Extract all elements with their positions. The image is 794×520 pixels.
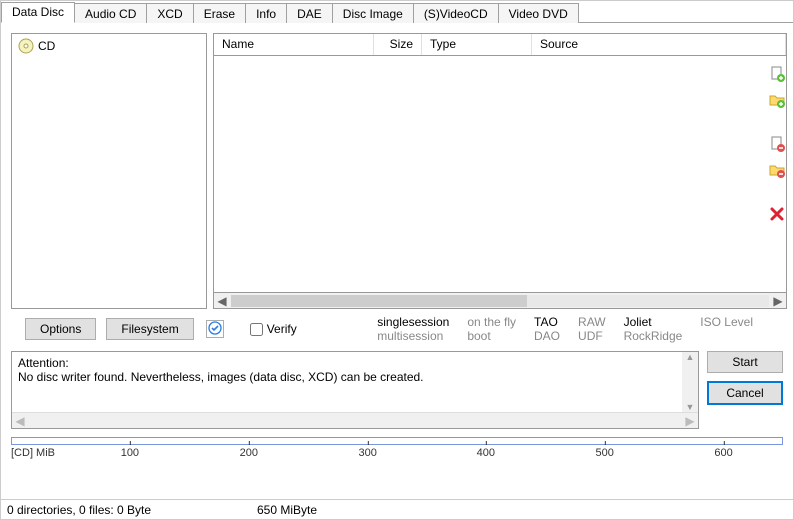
log-line: No disc writer found. Nevertheless, imag…	[18, 370, 676, 384]
disc-tree-panel[interactable]: CD	[11, 33, 207, 309]
log-vscroll[interactable]: ▲ ▼	[682, 352, 698, 412]
size-ruler: [CD] MiB 100 200 300 400 500 600	[1, 429, 793, 465]
col-type[interactable]: Type	[422, 34, 532, 55]
tab-audio-cd[interactable]: Audio CD	[74, 3, 147, 23]
ruler-tick: 300	[358, 447, 376, 459]
ruler-tick: 500	[595, 447, 613, 459]
tree-root-item[interactable]: CD	[12, 34, 206, 58]
main-area: CD Name Size Type Source ◀ ▶	[1, 23, 793, 309]
scroll-down-icon[interactable]: ▼	[686, 402, 695, 412]
tab-erase[interactable]: Erase	[193, 3, 246, 23]
status-bar: 0 directories, 0 files: 0 Byte 650 MiByt…	[1, 499, 793, 519]
flag-dao: DAO	[534, 329, 560, 343]
scroll-up-icon[interactable]: ▲	[686, 352, 695, 362]
tab-xcd[interactable]: XCD	[146, 3, 193, 23]
tab-label: Erase	[204, 7, 235, 21]
file-list-header: Name Size Type Source	[213, 33, 787, 55]
start-button[interactable]: Start	[707, 351, 783, 373]
cancel-button[interactable]: Cancel	[707, 381, 783, 405]
log-panel: Attention: No disc writer found. Neverth…	[11, 351, 699, 429]
ruler-tick: 400	[477, 447, 495, 459]
flag-onthefly: on the fly	[467, 315, 516, 329]
scroll-left-icon[interactable]: ◀	[12, 414, 28, 428]
tab-bar: Data Disc Audio CD XCD Erase Info DAE Di…	[1, 1, 793, 23]
remove-file-button[interactable]	[767, 135, 787, 155]
verify-checkbox[interactable]	[250, 323, 263, 336]
flag-multisession: multisession	[377, 329, 449, 343]
ruler-bar[interactable]	[11, 437, 783, 445]
flag-raw: RAW	[578, 315, 606, 329]
options-row: Options Filesystem Verify singlesession …	[1, 309, 793, 347]
tab-label: DAE	[297, 7, 322, 21]
file-list-body[interactable]	[213, 55, 787, 293]
file-list-hscroll[interactable]: ◀ ▶	[213, 293, 787, 309]
ruler-tick: 100	[121, 447, 139, 459]
flag-udf: UDF	[578, 329, 606, 343]
tab-data-disc[interactable]: Data Disc	[1, 2, 75, 23]
scroll-track[interactable]	[231, 295, 769, 307]
side-toolbar	[767, 65, 787, 225]
ruler-unit-label: [CD] MiB	[11, 447, 55, 459]
ruler-ticks: [CD] MiB 100 200 300 400 500 600	[11, 447, 783, 465]
verify-checkbox-wrap[interactable]: Verify	[250, 322, 297, 336]
tab-label: Disc Image	[343, 7, 403, 21]
scroll-right-icon[interactable]: ▶	[770, 294, 786, 308]
action-buttons: Start Cancel	[707, 351, 783, 429]
tab-svideocd[interactable]: (S)VideoCD	[413, 3, 499, 23]
tab-label: XCD	[157, 7, 182, 21]
verify-label: Verify	[267, 322, 297, 336]
tab-label: Data Disc	[12, 5, 64, 19]
add-file-icon	[769, 66, 785, 85]
delete-button[interactable]	[767, 205, 787, 225]
log-body[interactable]: Attention: No disc writer found. Neverth…	[12, 352, 682, 412]
tab-info[interactable]: Info	[245, 3, 287, 23]
scroll-left-icon[interactable]: ◀	[214, 294, 230, 308]
flag-singlesession: singlesession	[377, 315, 449, 329]
flag-tao: TAO	[534, 315, 560, 329]
session-flags: singlesession on the fly TAO RAW Joliet …	[377, 315, 783, 343]
lower-row: Attention: No disc writer found. Neverth…	[1, 347, 793, 429]
status-left: 0 directories, 0 files: 0 Byte	[7, 503, 191, 517]
col-name[interactable]: Name	[214, 34, 374, 55]
file-list-panel: Name Size Type Source ◀ ▶	[213, 33, 787, 309]
tab-label: Audio CD	[85, 7, 136, 21]
flag-boot: boot	[467, 329, 516, 343]
status-right: 650 MiByte	[257, 503, 317, 517]
tab-dae[interactable]: DAE	[286, 3, 333, 23]
add-file-button[interactable]	[767, 65, 787, 85]
flag-rockridge: RockRidge	[624, 329, 683, 343]
ruler-tick: 600	[714, 447, 732, 459]
filesystem-ok-button[interactable]	[206, 320, 224, 338]
remove-file-icon	[769, 136, 785, 155]
tab-label: Video DVD	[509, 7, 568, 21]
remove-folder-button[interactable]	[767, 161, 787, 181]
ruler-tick: 200	[240, 447, 258, 459]
tab-label: (S)VideoCD	[424, 7, 488, 21]
col-size[interactable]: Size	[374, 34, 422, 55]
log-hscroll[interactable]: ◀ ▶	[12, 412, 698, 428]
tab-label: Info	[256, 7, 276, 21]
scroll-thumb[interactable]	[231, 295, 527, 307]
scroll-track[interactable]	[29, 415, 681, 427]
flag-joliet: Joliet	[624, 315, 683, 329]
add-folder-icon	[769, 92, 785, 111]
col-source[interactable]: Source	[532, 34, 786, 55]
check-icon	[208, 321, 222, 338]
remove-folder-icon	[769, 162, 785, 181]
tab-video-dvd[interactable]: Video DVD	[498, 3, 579, 23]
cd-icon	[18, 38, 34, 54]
scroll-right-icon[interactable]: ▶	[682, 414, 698, 428]
tree-root-label: CD	[38, 39, 55, 53]
tab-disc-image[interactable]: Disc Image	[332, 3, 414, 23]
log-line: Attention:	[18, 356, 676, 370]
options-button[interactable]: Options	[25, 318, 96, 340]
filesystem-button[interactable]: Filesystem	[106, 318, 193, 340]
flag-isolevel: ISO Level	[700, 315, 753, 329]
add-folder-button[interactable]	[767, 91, 787, 111]
delete-icon	[769, 206, 785, 225]
